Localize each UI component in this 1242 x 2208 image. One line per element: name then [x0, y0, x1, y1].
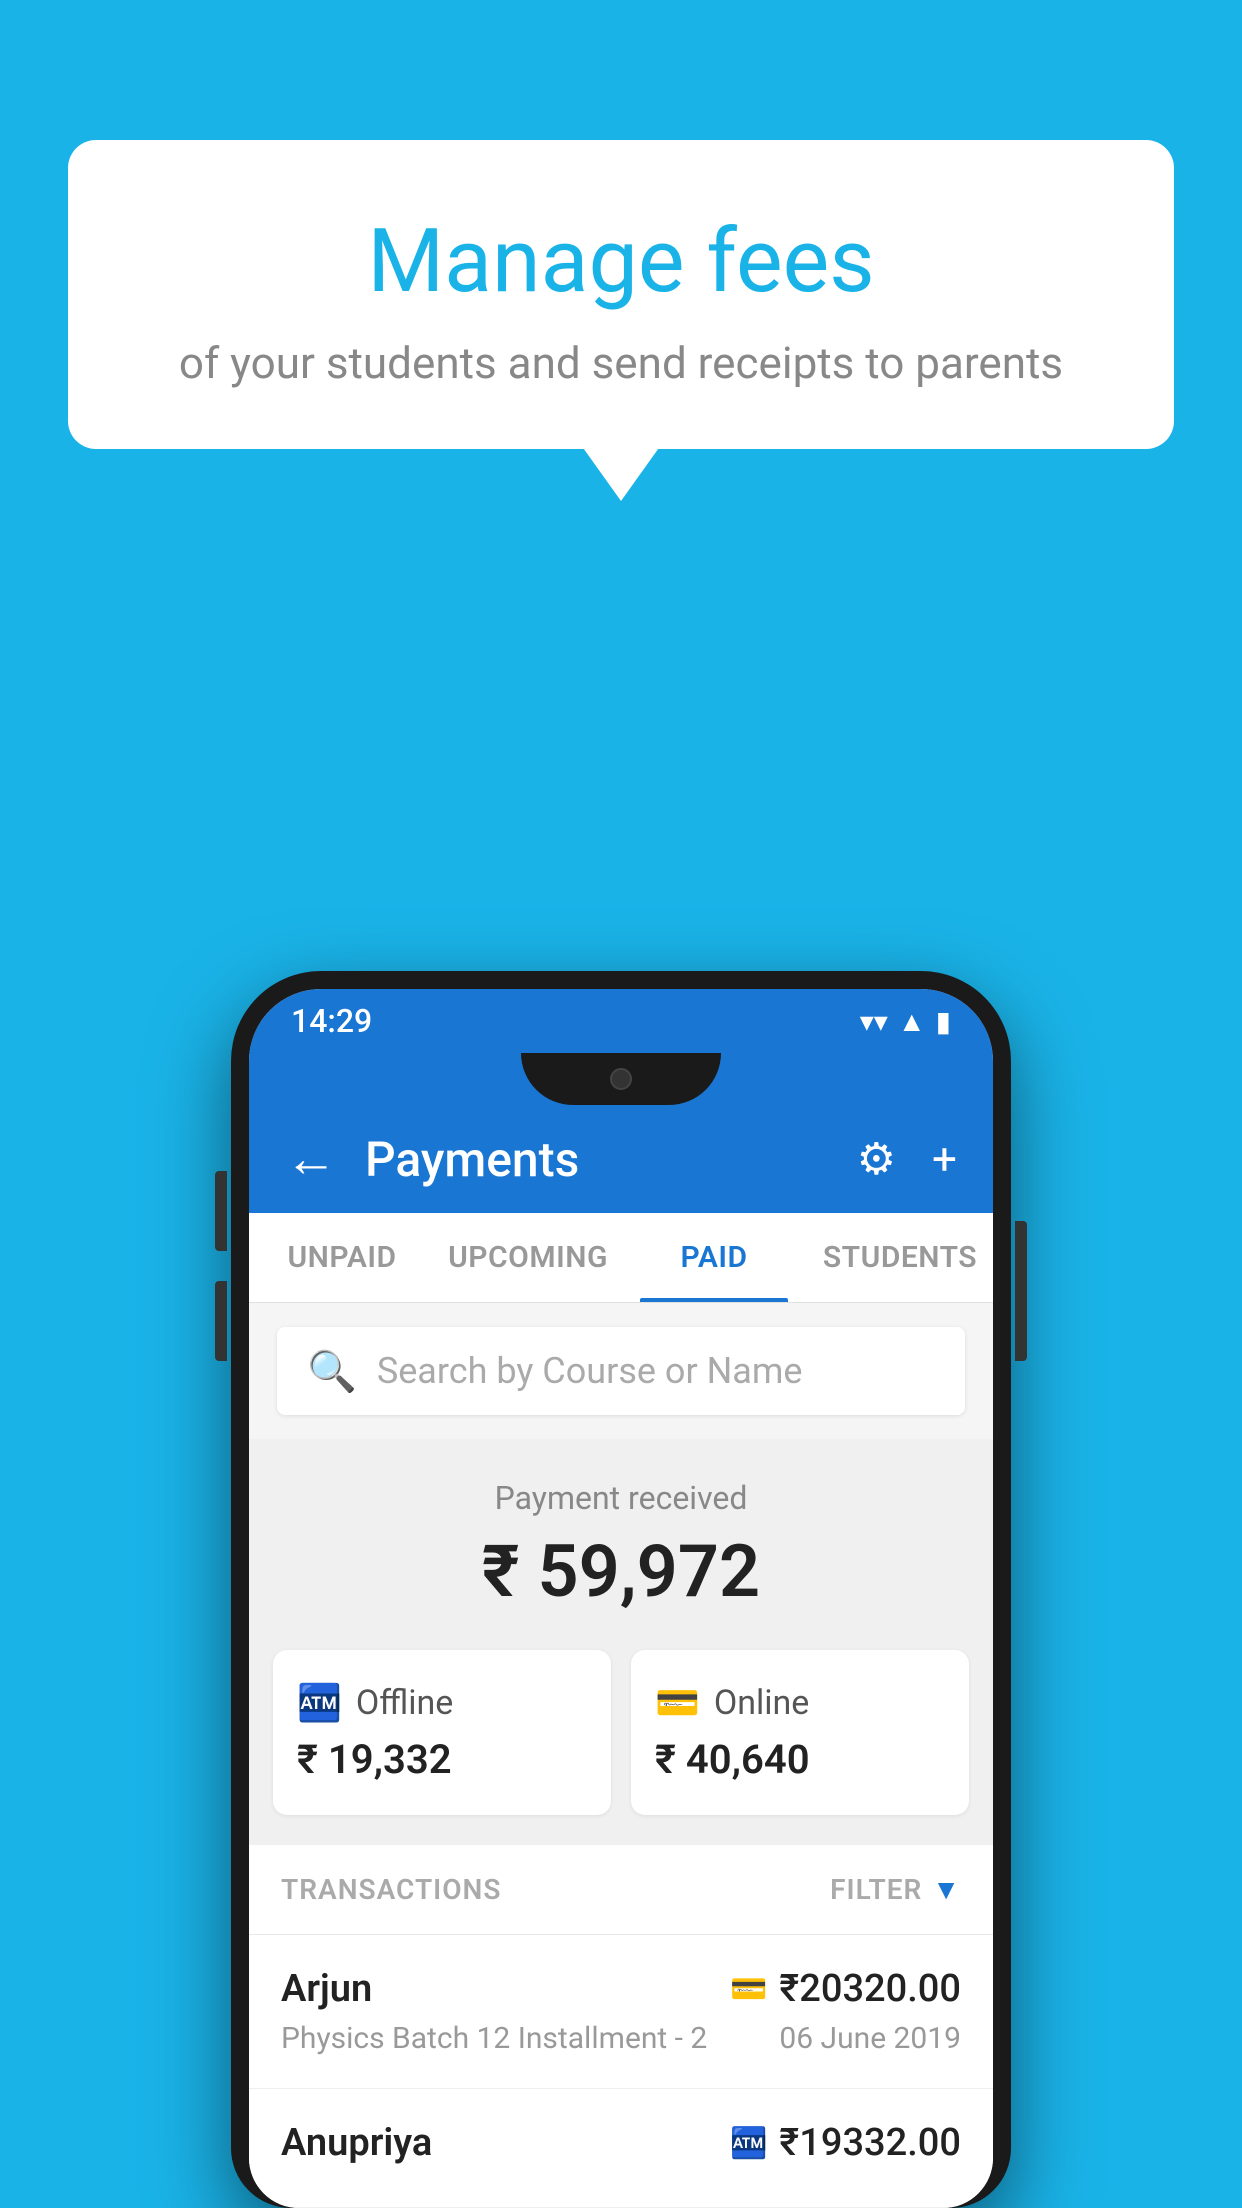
- offline-label: Offline: [356, 1683, 453, 1723]
- filter-button[interactable]: FILTER ▼: [830, 1873, 961, 1906]
- settings-icon[interactable]: ⚙: [857, 1133, 896, 1185]
- add-icon[interactable]: +: [932, 1133, 957, 1185]
- side-button-power: [1015, 1221, 1027, 1361]
- transaction-name: Anupriya: [281, 2121, 432, 2165]
- payment-type-icon: 💳: [730, 1972, 767, 2007]
- transactions-header: TRANSACTIONS FILTER ▼: [249, 1845, 993, 1935]
- transaction-amount-row: 💳 ₹20320.00: [730, 1967, 961, 2011]
- transaction-amount: ₹19332.00: [779, 2121, 961, 2165]
- phone-outer: 14:29 ▾▾ ▲ ▮ ← Payments ⚙ +: [231, 971, 1011, 2208]
- offline-card-header: 🏧 Offline: [297, 1682, 587, 1724]
- speech-bubble-container: Manage fees of your students and send re…: [68, 140, 1174, 449]
- transaction-course: Physics Batch 12 Installment - 2: [281, 2021, 707, 2056]
- status-time: 14:29: [291, 1002, 372, 1040]
- bubble-subtitle: of your students and send receipts to pa…: [148, 337, 1094, 389]
- online-label: Online: [714, 1683, 810, 1723]
- wifi-icon: ▾▾: [860, 1005, 888, 1038]
- online-card-header: 💳 Online: [655, 1682, 945, 1724]
- app-bar-actions: ⚙ +: [857, 1133, 957, 1185]
- search-icon: 🔍: [307, 1348, 357, 1395]
- transaction-top: Anupriya 🏧 ₹19332.00: [281, 2121, 961, 2165]
- status-icons: ▾▾ ▲ ▮: [860, 1005, 951, 1038]
- tabs-bar: UNPAID UPCOMING PAID STUDENTS: [249, 1213, 993, 1303]
- filter-icon: ▼: [932, 1873, 961, 1906]
- table-row[interactable]: Anupriya 🏧 ₹19332.00: [249, 2089, 993, 2208]
- offline-amount: ₹ 19,332: [297, 1736, 587, 1783]
- tab-upcoming[interactable]: UPCOMING: [435, 1213, 621, 1302]
- transaction-date: 06 June 2019: [779, 2021, 961, 2056]
- tab-unpaid[interactable]: UNPAID: [249, 1213, 435, 1302]
- transactions-label: TRANSACTIONS: [281, 1873, 501, 1906]
- payment-total-amount: ₹ 59,972: [269, 1529, 973, 1614]
- transaction-name: Arjun: [281, 1967, 372, 2011]
- search-box[interactable]: 🔍 Search by Course or Name: [277, 1327, 965, 1415]
- transaction-bottom: Physics Batch 12 Installment - 2 06 June…: [281, 2021, 961, 2056]
- search-placeholder: Search by Course or Name: [377, 1350, 803, 1392]
- offline-icon: 🏧: [297, 1682, 342, 1724]
- payment-type-icon: 🏧: [730, 2126, 767, 2161]
- table-row[interactable]: Arjun 💳 ₹20320.00 Physics Batch 12 Insta…: [249, 1935, 993, 2089]
- payment-received-label: Payment received: [269, 1479, 973, 1517]
- app-bar: ← Payments ⚙ +: [249, 1105, 993, 1213]
- online-amount: ₹ 40,640: [655, 1736, 945, 1783]
- offline-card: 🏧 Offline ₹ 19,332: [273, 1650, 611, 1815]
- online-card: 💳 Online ₹ 40,640: [631, 1650, 969, 1815]
- speech-bubble: Manage fees of your students and send re…: [68, 140, 1174, 449]
- page-title: Payments: [365, 1131, 857, 1188]
- notch: [521, 1053, 721, 1105]
- tab-paid[interactable]: PAID: [621, 1213, 807, 1302]
- notch-bar: [249, 1053, 993, 1105]
- transaction-amount: ₹20320.00: [779, 1967, 961, 2011]
- phone-mockup: 14:29 ▾▾ ▲ ▮ ← Payments ⚙ +: [231, 971, 1011, 2208]
- side-button-vol-up: [215, 1171, 227, 1251]
- online-icon: 💳: [655, 1682, 700, 1724]
- front-camera: [610, 1068, 632, 1090]
- transaction-amount-row: 🏧 ₹19332.00: [730, 2121, 961, 2165]
- filter-label: FILTER: [830, 1873, 922, 1906]
- tab-students[interactable]: STUDENTS: [807, 1213, 993, 1302]
- transaction-top: Arjun 💳 ₹20320.00: [281, 1967, 961, 2011]
- bubble-title: Manage fees: [148, 210, 1094, 313]
- status-bar: 14:29 ▾▾ ▲ ▮: [249, 989, 993, 1053]
- back-button[interactable]: ←: [285, 1133, 337, 1185]
- battery-icon: ▮: [936, 1005, 951, 1038]
- side-button-vol-down: [215, 1281, 227, 1361]
- search-container: 🔍 Search by Course or Name: [249, 1303, 993, 1439]
- signal-icon: ▲: [898, 1005, 926, 1038]
- payment-cards: 🏧 Offline ₹ 19,332 💳 Online ₹ 40,640: [249, 1650, 993, 1845]
- phone-screen: 14:29 ▾▾ ▲ ▮ ← Payments ⚙ +: [249, 989, 993, 2208]
- payment-summary: Payment received ₹ 59,972: [249, 1439, 993, 1650]
